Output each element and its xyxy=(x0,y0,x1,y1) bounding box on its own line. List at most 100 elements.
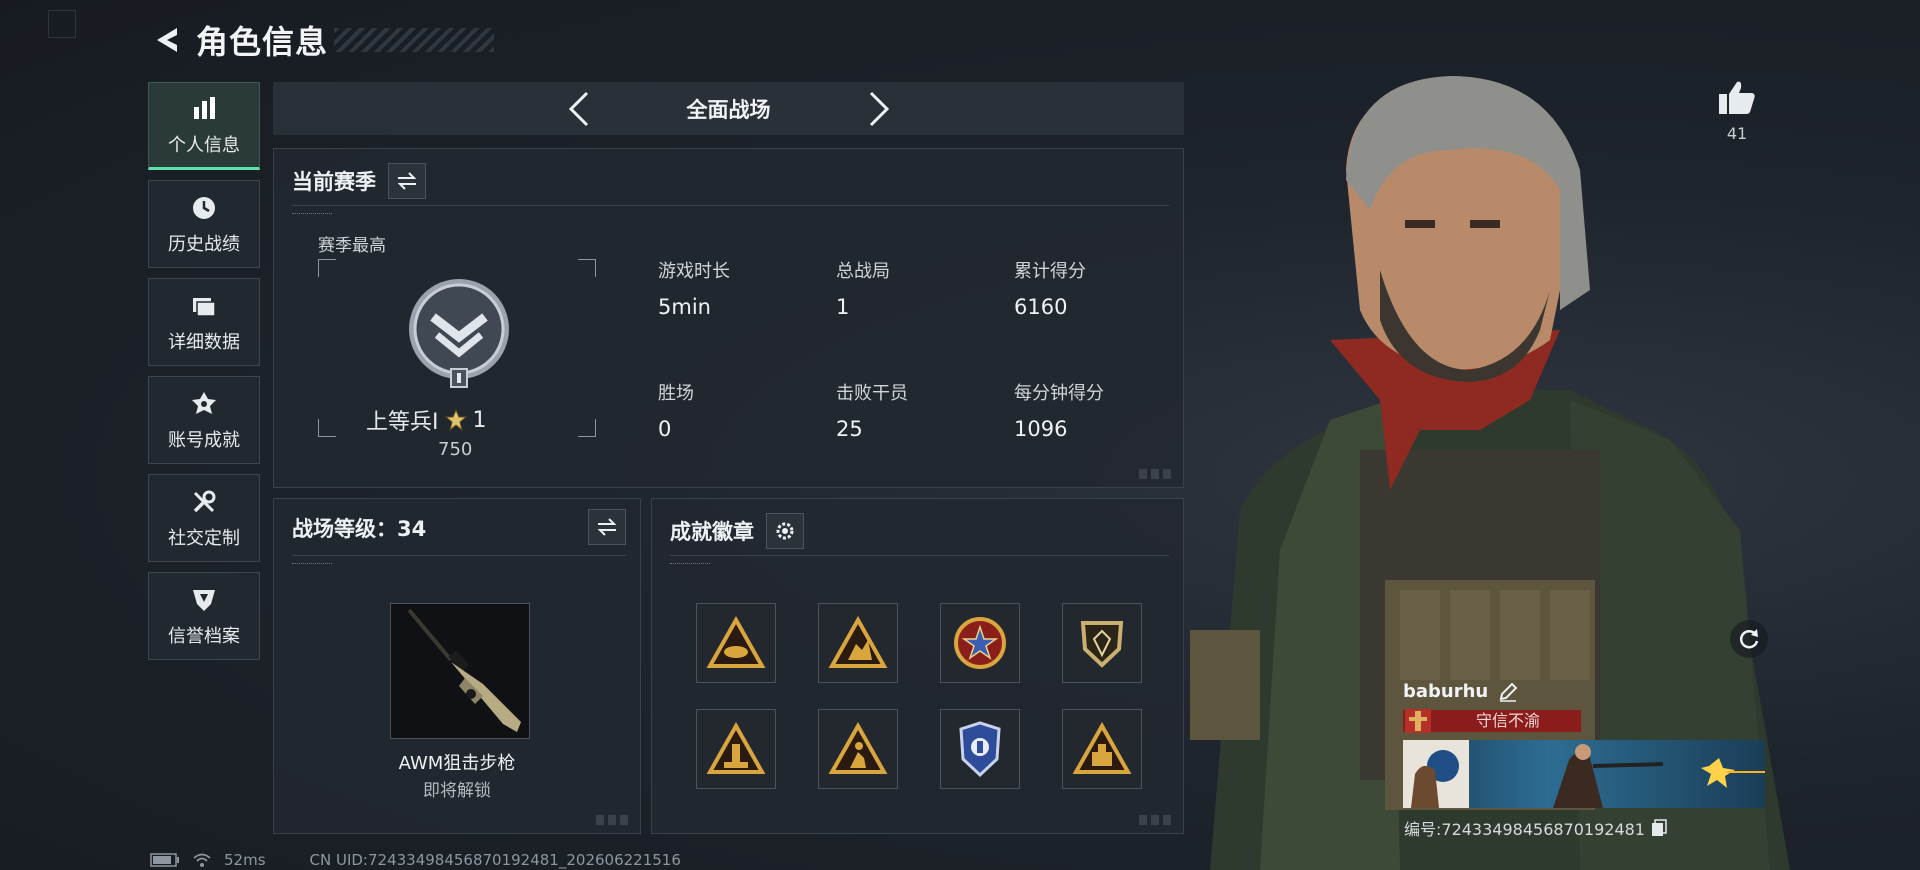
triangle-figure-badge-icon xyxy=(828,616,888,668)
badge-triangle-eye[interactable] xyxy=(696,603,776,683)
refresh-button[interactable] xyxy=(1730,620,1768,658)
stat-label: 总战局 xyxy=(836,261,890,282)
triangle-box-badge-icon xyxy=(1072,722,1132,774)
sidebar-item-label: 个人信息 xyxy=(168,135,240,156)
badge-triangle-figure[interactable] xyxy=(818,603,898,683)
sidebar-item-label: 账号成就 xyxy=(168,430,240,451)
stat-value: 1096 xyxy=(1014,417,1068,441)
decoration xyxy=(292,563,332,566)
shield-crest-badge-icon xyxy=(1080,621,1124,668)
battle-level-panel: 战场等级：34 AWM狙击步枪 即将解锁 xyxy=(273,498,641,834)
sidebar-item-history[interactable]: 历史战绩 xyxy=(148,180,260,268)
season-panel-header: 当前赛季 xyxy=(292,163,426,199)
stat-value: 1 xyxy=(836,295,850,319)
title-stripe-decoration xyxy=(334,28,495,52)
uid-text: CN UID:7243349845687019248​1_20260622151… xyxy=(309,851,681,869)
season-switch-button[interactable] xyxy=(388,163,426,199)
chevron-right-icon xyxy=(869,91,889,126)
header: 角色信息 xyxy=(150,18,495,62)
avatar xyxy=(1403,740,1469,808)
stat-label: 胜场 xyxy=(658,383,694,404)
police-shield-badge-icon xyxy=(959,721,1001,778)
divider xyxy=(292,205,1169,206)
swap-arrows-icon xyxy=(597,518,617,536)
triangle-runner-badge-icon xyxy=(828,722,888,774)
folder-icon xyxy=(188,290,220,322)
star-icon xyxy=(444,409,467,431)
triangle-tower-badge-icon xyxy=(706,722,766,774)
wrench-icon xyxy=(188,486,220,518)
stat-wins: 胜场 0 xyxy=(658,379,694,441)
sidebar-item-details[interactable]: 详细数据 xyxy=(148,278,260,366)
season-title: 当前赛季 xyxy=(292,170,376,194)
sidebar-item-social[interactable]: 社交定制 xyxy=(148,474,260,562)
mode-prev-button[interactable] xyxy=(559,87,599,131)
sidebar-item-reputation[interactable]: 信誉档案 xyxy=(148,572,260,660)
stat-label: 游戏时长 xyxy=(658,261,730,282)
stat-value: 25 xyxy=(836,417,863,441)
player-card[interactable]: baburhu 守信不渝 xyxy=(1395,677,1769,808)
banner-artwork xyxy=(1553,744,1765,808)
player-banner xyxy=(1403,740,1765,808)
badges-header: 成就徽章 xyxy=(670,513,804,549)
stat-score-per-minute: 每分钟得分 1096 xyxy=(1014,379,1104,441)
player-name: baburhu xyxy=(1403,681,1489,702)
weapon-name: AWM狙击步枪 xyxy=(398,753,516,774)
decoration xyxy=(292,213,332,216)
rank-emblem-icon xyxy=(409,279,509,388)
stat-value: 0 xyxy=(658,417,672,441)
sidebar-item-achievements[interactable]: 账号成就 xyxy=(148,376,260,464)
badge-police-shield[interactable] xyxy=(940,709,1020,789)
battle-level-switch-button[interactable] xyxy=(588,509,626,545)
pencil-icon[interactable] xyxy=(1498,682,1518,702)
sidebar-item-label: 详细数据 xyxy=(168,332,240,353)
battle-level-title: 战场等级：34 xyxy=(292,517,427,541)
badge-triangle-runner[interactable] xyxy=(818,709,898,789)
badge-shield-crest[interactable] xyxy=(1062,603,1142,683)
bar-chart-icon xyxy=(188,93,220,125)
wifi-icon xyxy=(193,853,211,867)
back-button[interactable] xyxy=(150,20,186,60)
badge-triangle-tower[interactable] xyxy=(696,709,776,789)
copy-icon[interactable] xyxy=(1651,819,1667,837)
rank-name-row: 上等兵Ⅰ 1 xyxy=(366,404,487,436)
sidebar: 个人信息 历史战绩 详细数据 账号成就 社交定制 信誉档案 xyxy=(148,82,260,670)
stat-label: 每分钟得分 xyxy=(1014,383,1104,404)
swap-arrows-icon xyxy=(397,172,417,190)
ping-value: 52ms xyxy=(224,851,266,869)
badges-title: 成就徽章 xyxy=(670,520,754,544)
shield-icon xyxy=(188,584,220,616)
refresh-icon xyxy=(1739,629,1759,649)
stat-label: 击败干员 xyxy=(836,383,908,404)
player-title: 守信不渝 xyxy=(1475,711,1540,730)
star-emblem-badge-icon xyxy=(954,617,1006,669)
stat-value: 6160 xyxy=(1014,295,1068,319)
sidebar-item-personal-info[interactable]: 个人信息 xyxy=(148,82,260,170)
badge-triangle-box[interactable] xyxy=(1062,709,1142,789)
stat-label: 累计得分 xyxy=(1014,261,1086,282)
rank-stars: 1 xyxy=(472,407,487,433)
clock-icon xyxy=(188,192,220,224)
sidebar-item-label: 信誉档案 xyxy=(168,626,240,647)
season-best-label: 赛季最高 xyxy=(318,236,386,256)
weapon-status: 即将解锁 xyxy=(423,781,491,801)
divider xyxy=(292,555,626,556)
battle-level-header: 战场等级：34 xyxy=(292,513,426,543)
rank-points: 750 xyxy=(438,439,473,460)
stat-value: 5min xyxy=(658,295,711,319)
decoration xyxy=(596,815,632,825)
title-emblem-icon xyxy=(1405,709,1431,733)
badge-star-emblem[interactable] xyxy=(940,603,1020,683)
rank-name: 上等兵Ⅰ xyxy=(366,410,439,435)
mode-label: 全面战场 xyxy=(686,97,771,122)
player-name-row: baburhu xyxy=(1403,681,1518,702)
battery-icon xyxy=(150,853,179,867)
player-id-row: 编号:7243349845687019248​1 xyxy=(1404,816,1667,840)
stat-total-score: 累计得分 6160 xyxy=(1014,257,1086,319)
mode-next-button[interactable] xyxy=(859,87,899,131)
badges-settings-button[interactable] xyxy=(766,513,804,549)
sidebar-item-label: 历史战绩 xyxy=(168,234,240,255)
corner-decoration xyxy=(48,10,76,38)
weapon-preview[interactable] xyxy=(390,603,530,739)
decoration xyxy=(670,563,710,566)
